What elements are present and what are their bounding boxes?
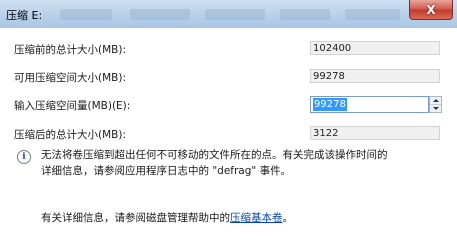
info-line-2: 详细信息，请参阅应用程序日志中的 "defrag" 事件。 (41, 165, 292, 177)
info-line-1: 无法将卷压缩到超出任何不可移动的文件所在的点。有关完成该操作时间的 (41, 149, 388, 161)
help-suffix: 。 (282, 212, 294, 224)
blurred-background-text (205, 9, 265, 20)
shrink-amount-input[interactable]: 99278 (310, 96, 429, 113)
total-before-value: 102400 (310, 41, 440, 55)
total-after-value: 3122 (310, 126, 440, 140)
help-prefix: 有关详细信息，请参阅磁盘管理帮助中的 (41, 212, 230, 224)
blurred-background-text (130, 9, 190, 20)
blurred-background-text (345, 9, 400, 20)
close-button[interactable]: X (409, 0, 453, 20)
total-after-label: 压缩后的总计大小(MB): (14, 129, 126, 141)
shrink-amount-label: 输入压缩空间量(MB)(E): (14, 100, 131, 112)
title-bar: 压缩 E: X (0, 0, 457, 29)
blurred-background-text (280, 9, 330, 20)
chevron-up-icon (432, 99, 439, 102)
shrink-basic-volume-link[interactable]: 压缩基本卷 (230, 212, 283, 224)
spin-up-button[interactable] (430, 97, 441, 105)
info-icon: i (17, 150, 31, 164)
window-title: 压缩 E: (6, 9, 43, 22)
shrink-amount-value: 99278 (313, 98, 347, 111)
shrink-amount-spinner[interactable] (429, 96, 442, 113)
blurred-background-text (60, 9, 112, 20)
available-space-value: 99278 (310, 69, 440, 83)
close-icon: X (426, 2, 436, 17)
available-space-label: 可用压缩空间大小(MB): (14, 72, 126, 84)
spin-down-button[interactable] (430, 105, 441, 112)
total-before-label: 压缩前的总计大小(MB): (14, 44, 126, 56)
chevron-down-icon (432, 107, 439, 110)
help-text: 有关详细信息，请参阅磁盘管理帮助中的压缩基本卷。 (41, 210, 293, 225)
info-message: 无法将卷压缩到超出任何不可移动的文件所在的点。有关完成该操作时间的 详细信息，请… (41, 147, 441, 179)
